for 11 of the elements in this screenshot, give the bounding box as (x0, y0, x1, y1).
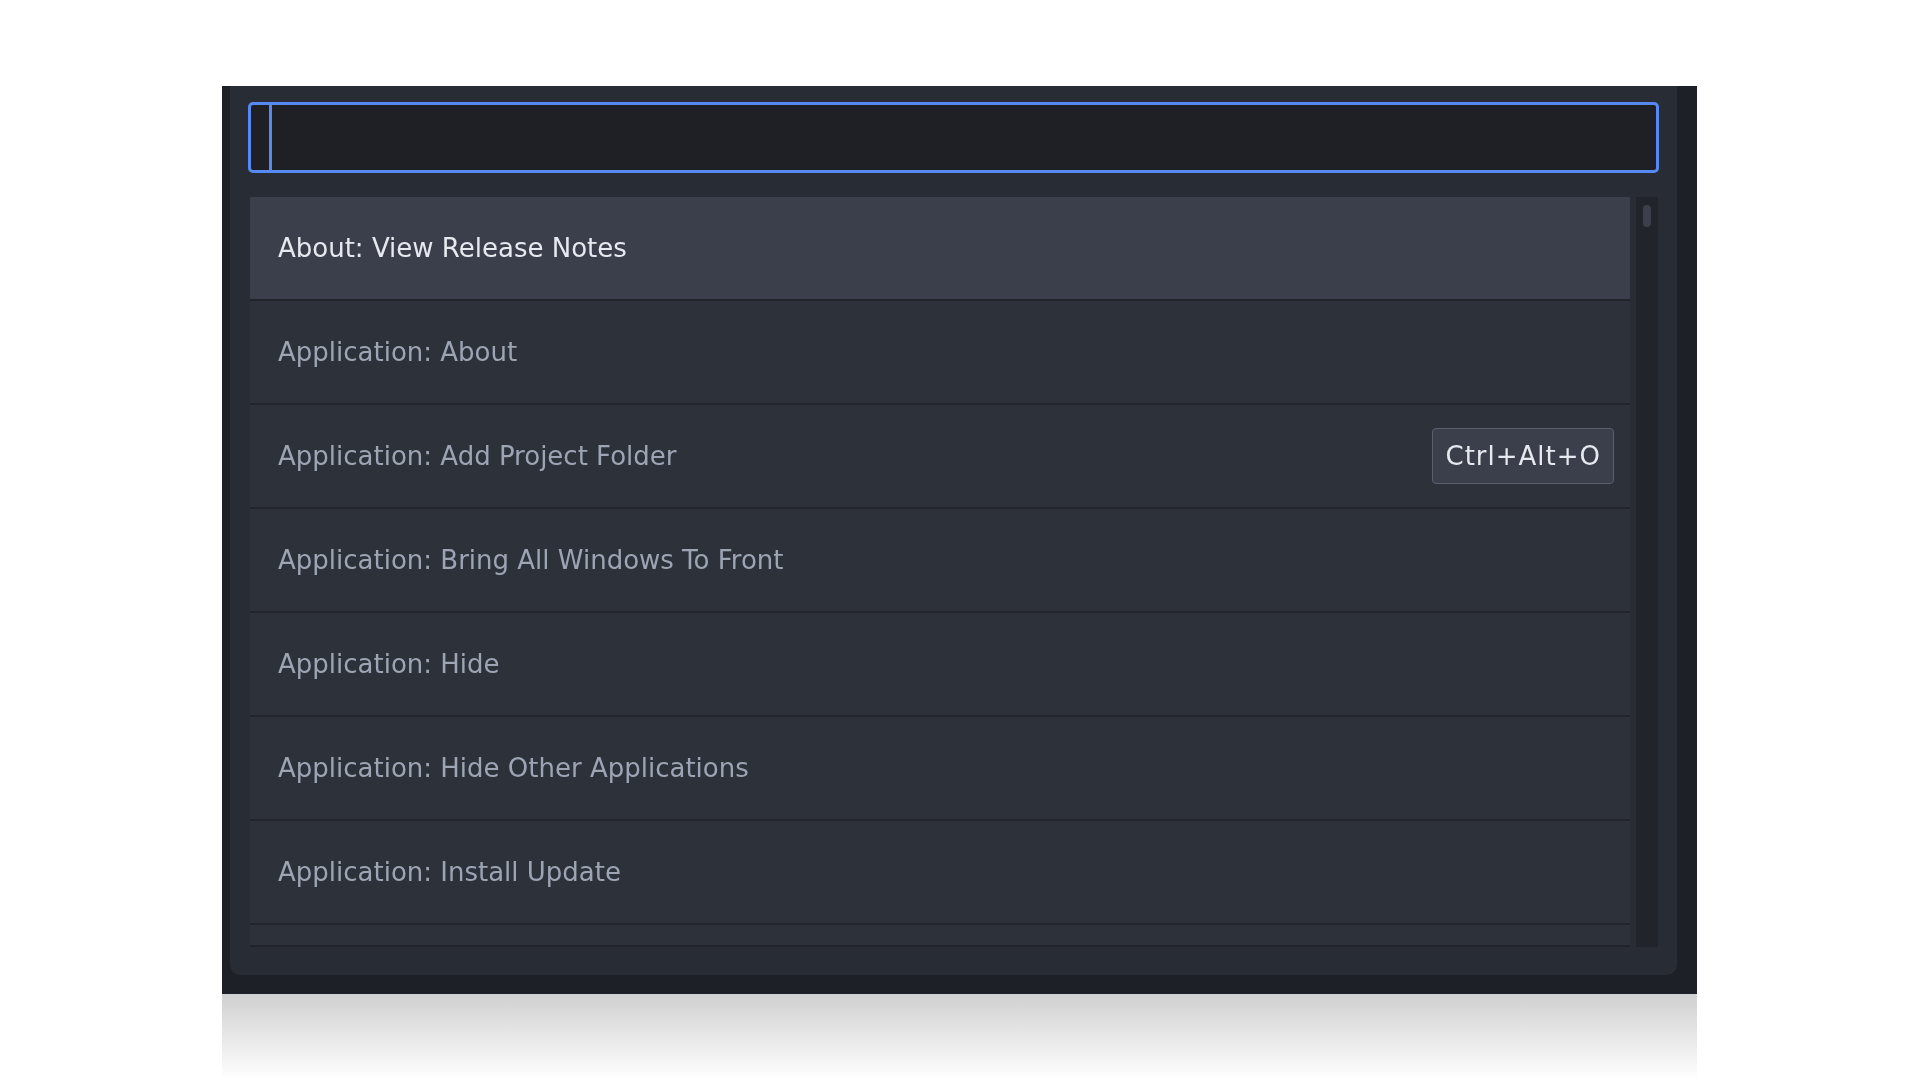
command-item[interactable]: Application: Hide (250, 613, 1630, 717)
command-item[interactable]: Application: Install Update (250, 821, 1630, 925)
command-item[interactable]: Application: Add Project Folder Ctrl+Alt+O (250, 405, 1630, 509)
command-item[interactable]: Application: About (250, 301, 1630, 405)
search-field[interactable] (248, 102, 1659, 173)
text-caret (269, 105, 272, 170)
command-item[interactable]: About: View Release Notes (250, 197, 1630, 301)
scrollbar[interactable] (1636, 197, 1658, 947)
command-item[interactable]: Application: Hide Other Applications (250, 717, 1630, 821)
command-item[interactable]: Application: Bring All Windows To Front (250, 509, 1630, 613)
keyboard-shortcut: Ctrl+Alt+O (1432, 428, 1614, 484)
